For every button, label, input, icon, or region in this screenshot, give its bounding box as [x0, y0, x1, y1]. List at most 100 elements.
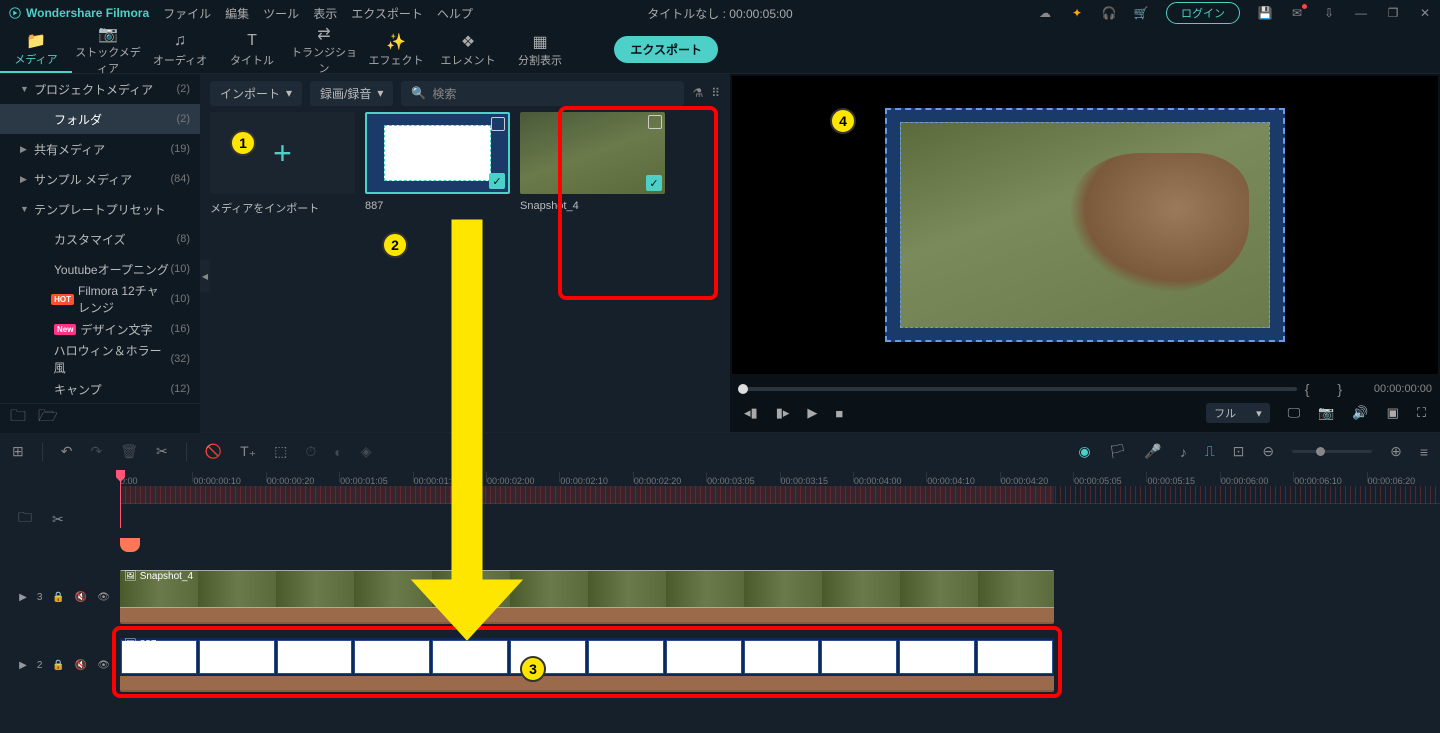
snapshot-icon[interactable]: 📷 — [1318, 405, 1334, 421]
template-icon[interactable]: ⊞ — [12, 443, 24, 460]
color-icon[interactable]: ◐ — [334, 444, 342, 460]
play-prev-icon[interactable]: ▮▸ — [776, 405, 790, 421]
minimize-icon[interactable]: — — [1354, 6, 1368, 20]
sidebar-item[interactable]: Newデザイン文字(16) — [0, 314, 200, 344]
plus-icon: + — [273, 135, 292, 172]
stop-icon[interactable]: ■ — [835, 406, 843, 421]
import-media-tile[interactable]: + メディアをインポート — [210, 112, 355, 216]
record-dropdown[interactable]: 録画/録音▾ — [310, 81, 393, 106]
timeline-media-icon[interactable]: 🗀 — [18, 507, 32, 531]
maximize-icon[interactable]: ❐ — [1386, 6, 1400, 20]
close-icon[interactable]: ✕ — [1418, 6, 1432, 20]
mute-icon[interactable]: 🔇 — [75, 660, 87, 671]
playhead[interactable] — [120, 470, 121, 528]
folder-icon[interactable]: 🗁 — [38, 405, 58, 432]
sidebar-item[interactable]: キャンプ(12) — [0, 374, 200, 404]
render-icon[interactable]: ◉ — [1078, 443, 1090, 460]
sidebar-item[interactable]: ▶サンプル メディア(84) — [0, 164, 200, 194]
sidebar-item[interactable]: カスタマイズ(8) — [0, 224, 200, 254]
lock-icon[interactable]: 🔒 — [52, 660, 64, 671]
titlebar: Wondershare Filmora ファイル 編集 ツール 表示 エクスポー… — [0, 0, 1440, 26]
download-icon[interactable]: ⇩ — [1322, 6, 1336, 20]
lightbulb-icon[interactable]: ✦ — [1070, 6, 1084, 20]
hide-icon[interactable]: 👁 — [97, 660, 110, 671]
undo-icon[interactable]: ↶ — [61, 443, 73, 460]
lock-icon[interactable]: 🔒 — [52, 592, 64, 603]
search-icon: 🔍 — [411, 86, 426, 100]
tab-split[interactable]: ▦分割表示 — [504, 28, 576, 72]
mute-icon[interactable]: 🔇 — [75, 592, 87, 603]
tab-effect[interactable]: ✨エフェクト — [360, 28, 432, 72]
media-sidebar: ▼プロジェクトメディア(2)フォルダ(2)▶共有メディア(19)▶サンプル メデ… — [0, 74, 200, 432]
sidebar-item[interactable]: Youtubeオープニング(10) — [0, 254, 200, 284]
hide-icon[interactable]: 👁 — [97, 592, 110, 603]
settings-icon[interactable]: ▣ — [1387, 405, 1399, 421]
crop-icon[interactable]: ⬚ — [274, 443, 287, 460]
export-button[interactable]: エクスポート — [614, 36, 718, 63]
sidebar-item[interactable]: ▼テンプレートプリセット — [0, 194, 200, 224]
zoom-out-icon[interactable]: ⊖ — [1262, 443, 1274, 460]
sidebar-item[interactable]: ▶共有メディア(19) — [0, 134, 200, 164]
zoom-slider[interactable] — [1292, 450, 1372, 453]
track-3-header[interactable]: ▶3 🔒 🔇 👁 — [0, 564, 120, 630]
media-item-887[interactable]: ✓ 887 — [365, 112, 510, 216]
annotation-marker-4: 4 — [830, 108, 856, 134]
mark-in-out[interactable]: { } — [1305, 381, 1354, 397]
split-icon: ▦ — [504, 32, 576, 50]
menu-help[interactable]: ヘルプ — [437, 5, 473, 22]
text-add-icon[interactable]: T₊ — [240, 443, 256, 460]
save-icon[interactable]: 💾 — [1258, 6, 1272, 20]
quality-select[interactable]: フル▾ — [1206, 403, 1270, 423]
menu-file[interactable]: ファイル — [163, 5, 211, 22]
import-dropdown[interactable]: インポート▾ — [210, 81, 302, 106]
timeline-settings-icon[interactable]: ≡ — [1420, 444, 1428, 460]
sidebar-item[interactable]: フォルダ(2) — [0, 104, 200, 134]
cut-icon[interactable]: ✂ — [156, 443, 168, 460]
display-icon[interactable]: 🖵 — [1288, 405, 1301, 421]
track-2-header[interactable]: ▶2 🔒 🔇 👁 — [0, 632, 120, 698]
keyframe-icon[interactable]: ◈ — [361, 443, 372, 460]
login-button[interactable]: ログイン — [1166, 2, 1240, 24]
tab-stock[interactable]: 📷ストックメディア — [72, 20, 144, 80]
cart-icon[interactable]: 🛒 — [1134, 6, 1148, 20]
fullscreen-icon[interactable]: ⛶ — [1417, 405, 1426, 421]
marker-flag-icon[interactable]: 🏳 — [1109, 443, 1127, 460]
volume-icon[interactable]: 🔊 — [1352, 405, 1368, 421]
tab-title[interactable]: Tタイトル — [216, 28, 288, 72]
filter-icon[interactable]: ⚗ — [692, 86, 703, 100]
redo-icon[interactable]: ↷ — [90, 443, 102, 460]
timeline-cut-icon[interactable]: ✂ — [52, 511, 64, 528]
notification-icon[interactable]: ✉ — [1290, 6, 1304, 20]
zoom-in-icon[interactable]: ⊕ — [1390, 443, 1402, 460]
prev-frame-icon[interactable]: ◂▮ — [744, 405, 758, 421]
search-input[interactable]: 🔍検索 — [401, 81, 684, 106]
sidebar-footer: 🗀 🗁 — [0, 403, 200, 433]
preview-frame — [885, 108, 1285, 342]
menu-export[interactable]: エクスポート — [351, 5, 423, 22]
tab-element[interactable]: ❖エレメント — [432, 28, 504, 72]
mixer-icon[interactable]: ⎍ — [1205, 443, 1215, 460]
grid-view-icon[interactable]: ⠿ — [711, 86, 720, 100]
tab-transition[interactable]: ⇄トランジション — [288, 20, 360, 80]
sidebar-item[interactable]: ハロウィン＆ホラー風(32) — [0, 344, 200, 374]
tab-media[interactable]: 📁メディア — [0, 27, 72, 73]
speed-icon[interactable]: ⏱ — [305, 443, 316, 460]
clip-887[interactable]: 🖼887 — [120, 638, 1054, 692]
new-folder-icon[interactable]: 🗀 — [10, 405, 26, 432]
collapse-sidebar[interactable]: ◀ — [200, 260, 210, 292]
scrub-bar[interactable] — [738, 387, 1297, 391]
sidebar-item[interactable]: HOTFilmora 12チャレンジ(10) — [0, 284, 200, 314]
sidebar-item[interactable]: ▼プロジェクトメディア(2) — [0, 74, 200, 104]
media-item-snapshot4[interactable]: ✓ Snapshot_4 — [520, 112, 665, 216]
menu-edit[interactable]: 編集 — [225, 5, 249, 22]
mic-icon[interactable]: 🎤 — [1144, 443, 1161, 460]
fit-icon[interactable]: ⊡ — [1233, 443, 1245, 460]
play-icon[interactable]: ▶ — [807, 405, 817, 421]
headphones-icon[interactable]: 🎧 — [1102, 6, 1116, 20]
tab-audio[interactable]: ♫オーディオ — [144, 28, 216, 72]
clip-snapshot4[interactable]: 🖼Snapshot_4 — [120, 570, 1054, 624]
cloud-icon[interactable]: ☁ — [1038, 6, 1052, 20]
delete-icon[interactable]: 🗑 — [120, 443, 138, 460]
audio-icon[interactable]: ♪ — [1180, 444, 1187, 460]
stamp-icon[interactable]: 🚫 — [205, 443, 222, 460]
